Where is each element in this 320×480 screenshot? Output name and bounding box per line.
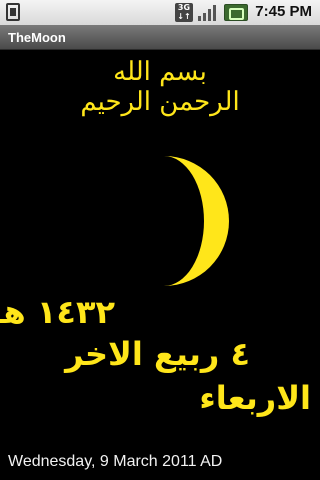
basmala-calligraphy: بسم الله الرحمن الرحيم bbox=[80, 57, 240, 117]
sim-card-icon bbox=[6, 3, 20, 21]
network-badge: 3G ↓↑ bbox=[175, 3, 193, 22]
status-bar: 3G ↓↑ 7:45 PM bbox=[0, 0, 320, 25]
battery-icon bbox=[224, 4, 248, 21]
hijri-year: ١٤٣٢ هـ bbox=[0, 293, 115, 331]
signal-icon bbox=[198, 5, 216, 21]
hijri-day-month: ٤ ربيع الاخر bbox=[65, 335, 250, 373]
app-title: TheMoon bbox=[8, 30, 66, 45]
status-time: 7:45 PM bbox=[255, 3, 312, 20]
gregorian-date: Wednesday, 9 March 2011 AD bbox=[8, 453, 223, 470]
moon-phase-icon bbox=[164, 156, 229, 286]
weekday-arabic: الاربعاء bbox=[199, 379, 311, 417]
app-title-bar: TheMoon bbox=[0, 25, 320, 50]
